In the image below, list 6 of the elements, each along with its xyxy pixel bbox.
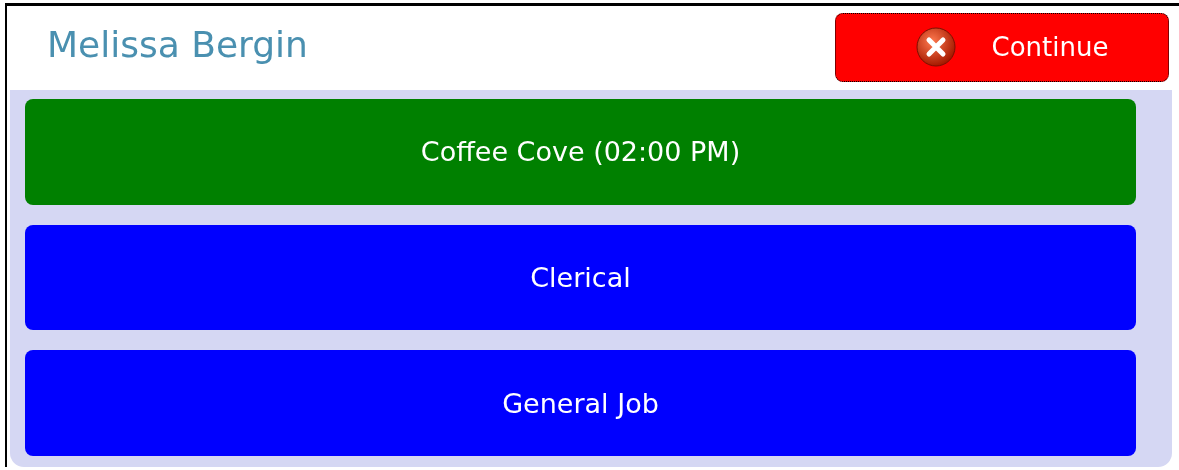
continue-button[interactable]: Continue	[835, 12, 1169, 82]
close-icon	[915, 27, 956, 67]
job-button[interactable]: Clerical	[25, 224, 1136, 331]
job-button[interactable]: Coffee Cove (02:00 PM)	[25, 99, 1136, 205]
job-button[interactable]: General Job	[25, 350, 1136, 456]
employee-name: Melissa Bergin	[47, 23, 308, 65]
